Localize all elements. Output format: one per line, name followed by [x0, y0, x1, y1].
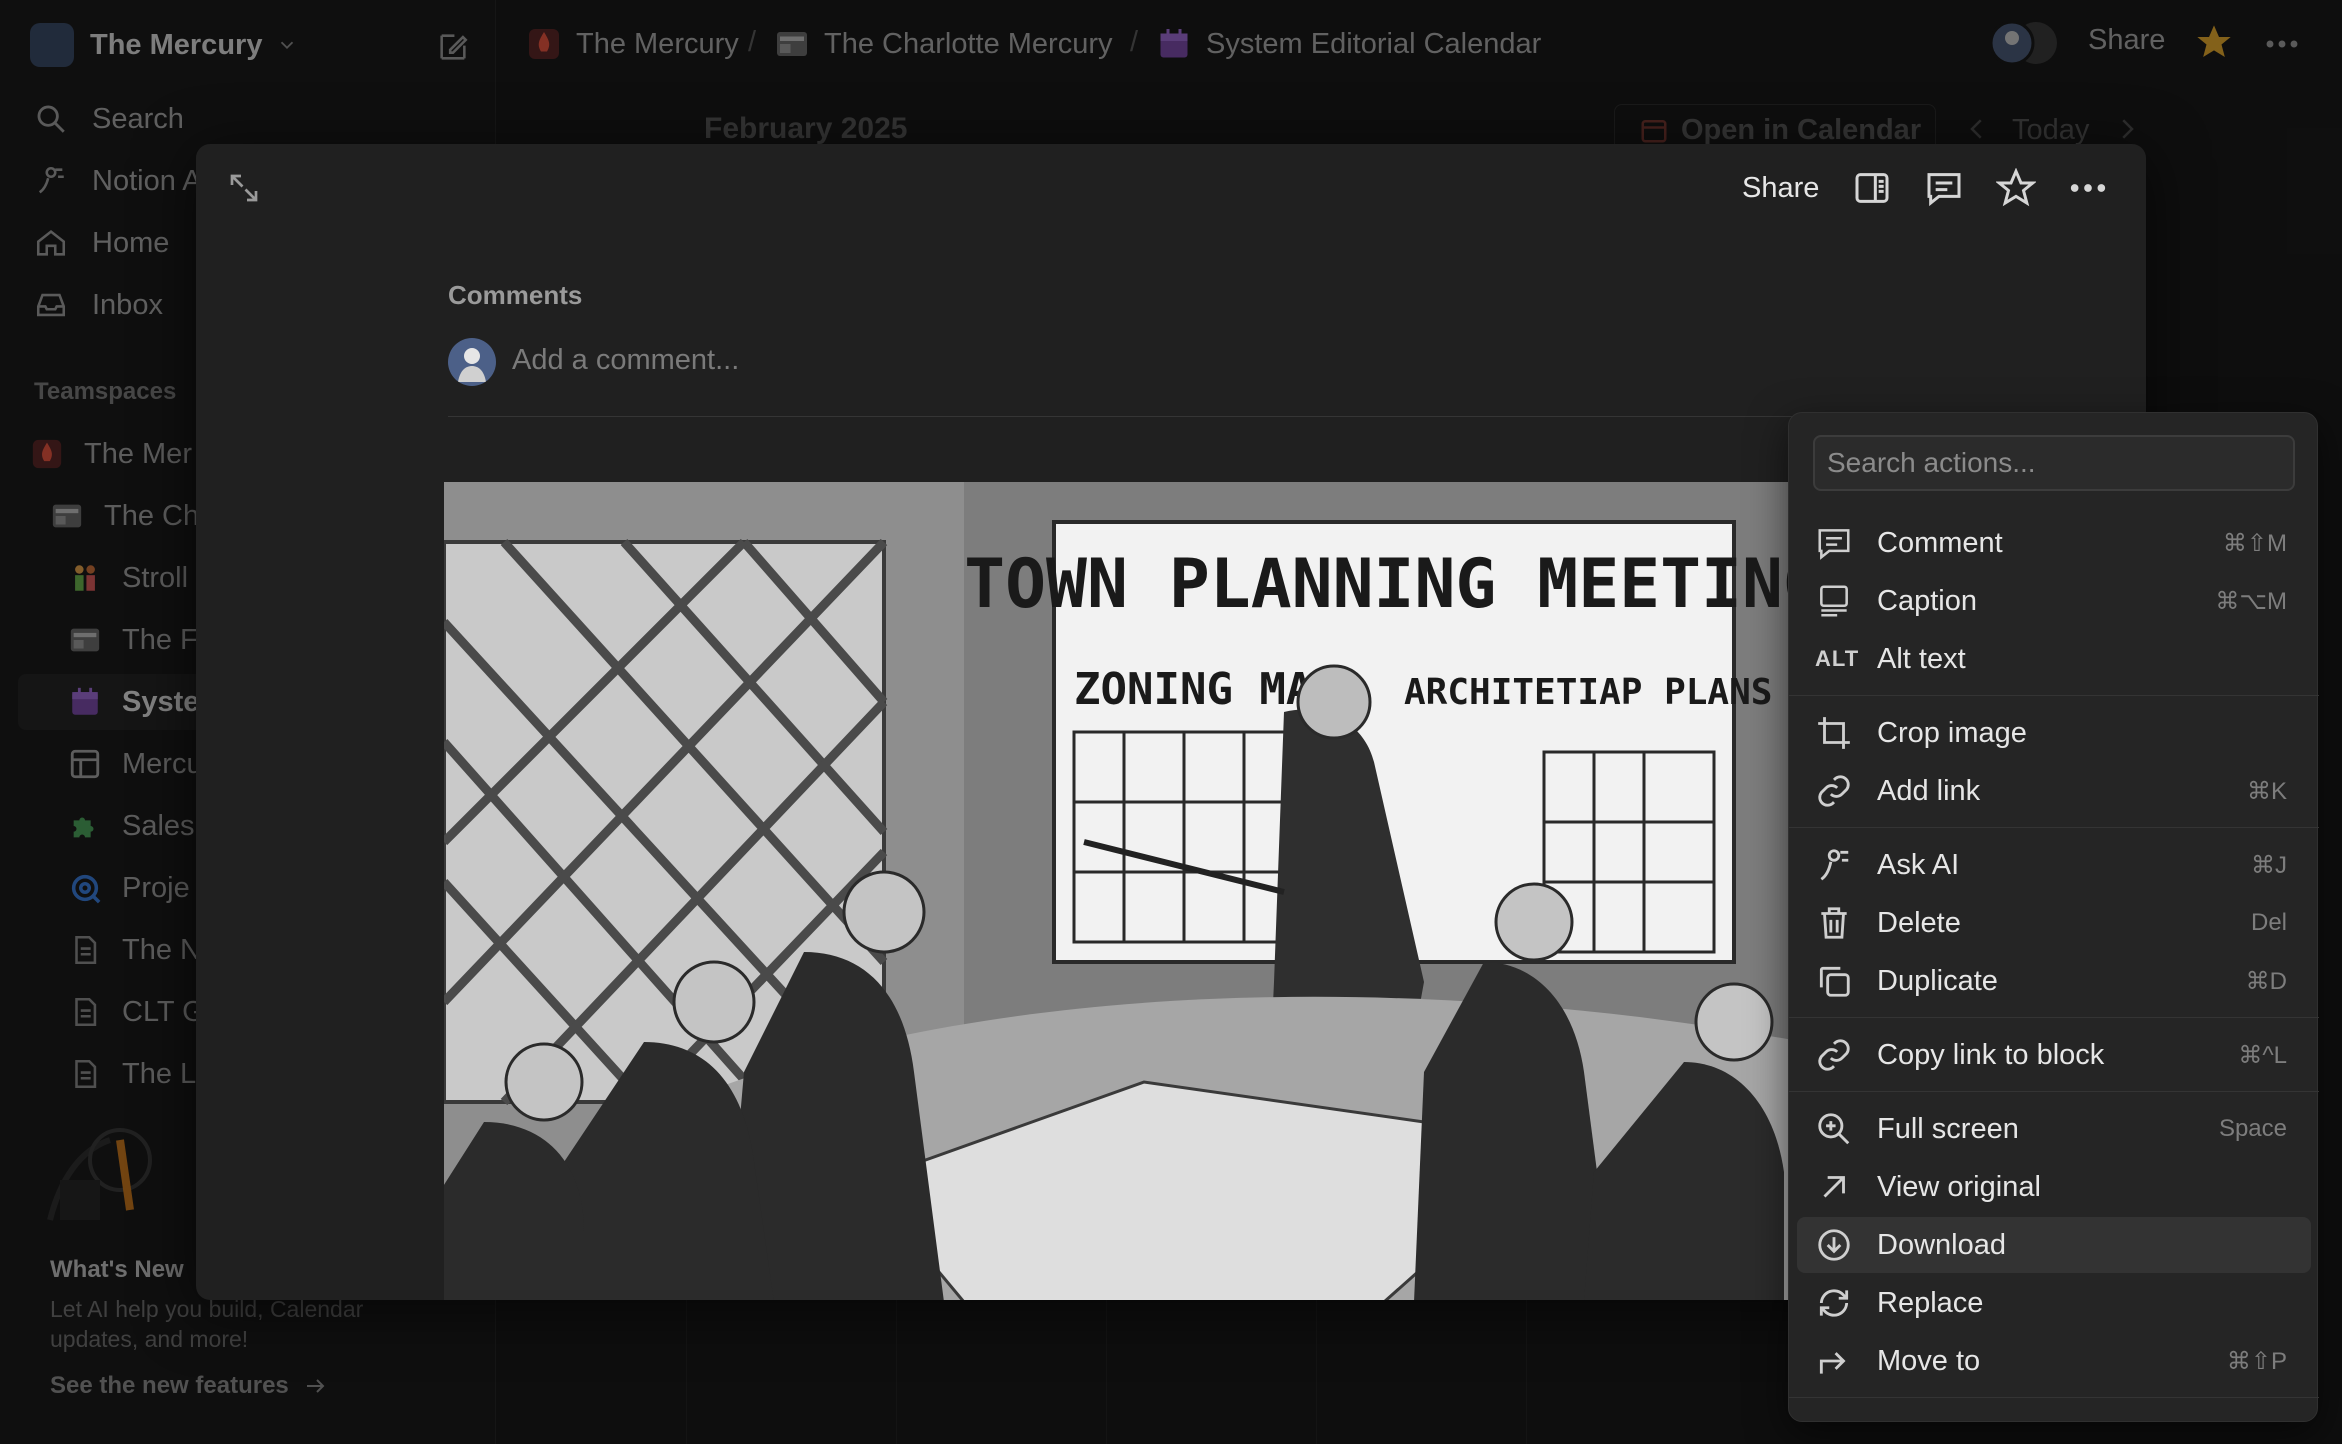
menu-item-ask-ai[interactable]: Ask AI ⌘J — [1797, 837, 2311, 893]
menu-item-label: Download — [1877, 1228, 2006, 1261]
menu-item-label: Full screen — [1877, 1112, 2019, 1145]
menu-item-shortcut: ⌘K — [2246, 777, 2287, 805]
link-icon — [1815, 1036, 1853, 1074]
image-title-text: TOWN PLANNING MEETING — [964, 545, 1804, 624]
menu-item-caption[interactable]: Caption ⌘⌥M — [1797, 573, 2311, 629]
side-peek-icon[interactable] — [1852, 168, 1892, 208]
menu-item-shortcut: ⌘D — [2245, 967, 2287, 995]
star-icon[interactable] — [1996, 168, 2036, 208]
comment-icon — [1815, 524, 1853, 562]
menu-item-full-screen[interactable]: Full screen Space — [1797, 1101, 2311, 1157]
menu-divider — [1789, 827, 2319, 828]
menu-item-shortcut: Space — [2218, 1115, 2287, 1142]
menu-item-label: Delete — [1877, 906, 1961, 939]
menu-item-label: Duplicate — [1877, 964, 1998, 997]
article-image[interactable]: TOWN PLANNING MEETING ZONING MAP ARCHITE… — [444, 482, 1804, 1300]
menu-item-label: Add link — [1877, 774, 1981, 807]
menu-item-shortcut: ⌘⇧M — [2222, 529, 2287, 557]
menu-item-delete[interactable]: Delete Del — [1797, 895, 2311, 951]
menu-divider — [1789, 1091, 2319, 1092]
menu-item-duplicate[interactable]: Duplicate ⌘D — [1797, 953, 2311, 1009]
ai-icon — [1815, 846, 1853, 884]
modal-share-button[interactable]: Share — [1742, 172, 1819, 205]
menu-item-add-link[interactable]: Add link ⌘K — [1797, 763, 2311, 819]
menu-item-shortcut: ⌘⌥M — [2215, 587, 2287, 615]
menu-item-move-to[interactable]: Move to ⌘⇧P — [1797, 1333, 2311, 1389]
trash-icon — [1815, 904, 1853, 942]
menu-divider — [1789, 1017, 2319, 1018]
menu-item-shortcut: ⌘J — [2251, 851, 2287, 879]
crop-icon — [1815, 714, 1853, 752]
menu-item-crop-image[interactable]: Crop image — [1797, 705, 2311, 761]
menu-item-label: Ask AI — [1877, 848, 1960, 881]
zoom-icon — [1815, 1110, 1853, 1148]
menu-item-label: Copy link to block — [1877, 1038, 2105, 1071]
replace-icon — [1815, 1284, 1853, 1322]
duplicate-icon — [1815, 962, 1853, 1000]
expand-icon[interactable] — [226, 170, 262, 206]
menu-item-replace[interactable]: Replace — [1797, 1275, 2311, 1331]
menu-item-alt-text[interactable]: ALT Alt text — [1797, 631, 2311, 687]
link-icon — [1815, 772, 1853, 810]
menu-item-label: Caption — [1877, 584, 1977, 617]
menu-item-shortcut: ⌘^L — [2238, 1041, 2287, 1069]
move-to-icon — [1815, 1342, 1853, 1380]
menu-item-shortcut: ⌘⇧P — [2226, 1347, 2287, 1375]
menu-divider — [1789, 695, 2319, 696]
menu-item-copy-link-to-block[interactable]: Copy link to block ⌘^L — [1797, 1027, 2311, 1083]
menu-item-label: View original — [1877, 1170, 2041, 1203]
alt-text-icon: ALT — [1815, 646, 1860, 671]
menu-item-label: Replace — [1877, 1286, 1984, 1319]
menu-item-shortcut: Del — [2250, 909, 2287, 936]
avatar — [448, 338, 496, 386]
more-options-icon[interactable] — [2068, 168, 2108, 208]
menu-item-label: Alt text — [1877, 642, 1966, 675]
comments-heading: Comments — [448, 280, 583, 310]
arrow-up-right-icon — [1815, 1168, 1853, 1206]
menu-divider — [1789, 1397, 2319, 1398]
menu-item-view-original[interactable]: View original — [1797, 1159, 2311, 1215]
add-comment-input[interactable]: Add a comment... — [512, 344, 739, 377]
block-actions-menu: Comment ⌘⇧M Caption ⌘⌥M ALT Alt text Cro… — [1788, 412, 2319, 1422]
comments-icon[interactable] — [1924, 168, 1964, 208]
download-icon — [1815, 1226, 1853, 1264]
menu-item-label: Comment — [1877, 526, 2003, 559]
menu-item-label: Crop image — [1877, 716, 2027, 749]
menu-item-download[interactable]: Download — [1797, 1217, 2311, 1273]
caption-icon — [1815, 582, 1853, 620]
search-actions-input[interactable] — [1813, 435, 2295, 491]
menu-item-label: Move to — [1877, 1344, 1981, 1377]
divider — [448, 416, 1908, 417]
menu-item-comment[interactable]: Comment ⌘⇧M — [1797, 515, 2311, 571]
image-right-text: ARCHITETIAP PLANS — [1404, 672, 1772, 713]
